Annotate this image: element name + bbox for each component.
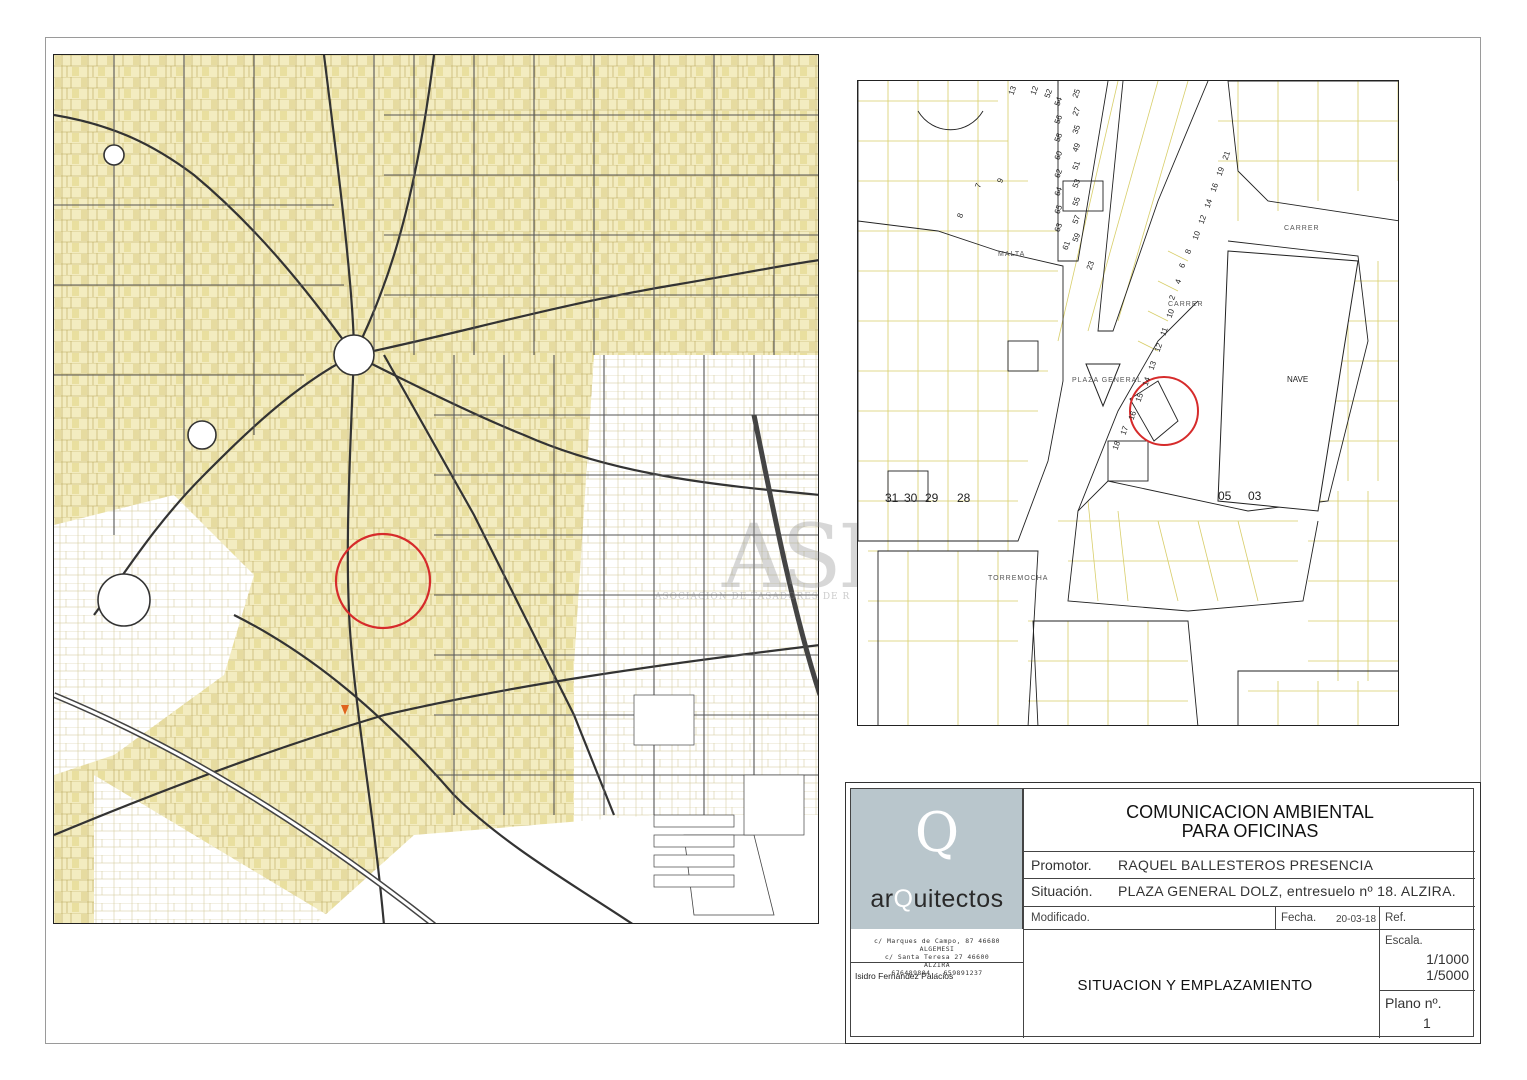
ref-label: Ref. xyxy=(1385,912,1407,924)
detail-map-drawing xyxy=(858,81,1398,725)
fecha-value: 20-03-18 xyxy=(1336,914,1377,925)
project-title-line-2: PARA OFICINAS xyxy=(1181,821,1319,841)
parcel-number: 30 xyxy=(904,491,918,505)
address-line: c/ Santa Teresa 27 46600 xyxy=(884,953,990,961)
street-label-torremocha: TORREMOCHA xyxy=(988,575,1049,582)
project-title-line-1: COMUNICACION AMBIENTAL xyxy=(1126,802,1374,822)
situacion-label: Situación. xyxy=(1031,883,1093,899)
title-block-inner: Q arQuitectos c/ Marques de Campo, 87 46… xyxy=(850,788,1475,1038)
street-label-plaza: PLAZA GENERAL xyxy=(1072,377,1143,384)
project-title: COMUNICACION AMBIENTAL PARA OFICINAS xyxy=(1025,803,1475,841)
modificado-label: Modificado. xyxy=(1031,912,1090,924)
escala-value-1: 1/1000 xyxy=(1426,951,1469,967)
parcel-number: 05 xyxy=(1218,489,1232,503)
promotor-value: RAQUEL BALLESTEROS PRESENCIA xyxy=(1118,857,1374,873)
fecha-label: Fecha. xyxy=(1281,912,1317,924)
logo: Q arQuitectos xyxy=(851,789,1023,929)
author-name: Isidro Fernández Palacios xyxy=(855,971,954,981)
address-line: ALGEMESI xyxy=(919,945,955,953)
street-label-malta: MALTA xyxy=(998,251,1026,258)
watermark-subtitle: ASOCIACION DE TASADORES DE R xyxy=(655,592,851,602)
logo-word-mid: Q xyxy=(893,885,914,913)
logo-wordmark: arQuitectos xyxy=(851,885,1023,914)
logo-word-pre: ar xyxy=(870,885,894,913)
building-label-nave: NAVE xyxy=(1287,375,1309,384)
plano-value: 1 xyxy=(1423,1015,1432,1031)
parcel-number: 31 xyxy=(885,491,899,505)
plano-label: Plano nº. xyxy=(1385,995,1442,1011)
city-map[interactable] xyxy=(53,54,819,924)
address-line: c/ Marques de Campo, 87 46680 xyxy=(873,937,1001,945)
street-label-carrer-1: CARRER xyxy=(1284,225,1320,232)
city-map-drawing xyxy=(54,55,818,923)
situacion-value: PLAZA GENERAL DOLZ, entresuelo nº 18. AL… xyxy=(1118,883,1456,899)
escala-label: Escala. xyxy=(1385,935,1423,947)
promotor-label: Promotor. xyxy=(1031,857,1092,873)
logo-word-post: uitectos xyxy=(913,885,1004,913)
title-block: Q arQuitectos c/ Marques de Campo, 87 46… xyxy=(845,782,1481,1044)
parcel-number: 28 xyxy=(957,491,971,505)
scale-cell: Escala. 1/1000 1/5000 xyxy=(1379,929,1475,991)
escala-value-2: 1/5000 xyxy=(1426,967,1469,983)
detail-map[interactable]: CARRER MALTA TORREMOCHA CARRER PLAZA GEN… xyxy=(857,80,1399,726)
detail-location-circle xyxy=(1129,376,1199,446)
parcel-number: 29 xyxy=(925,491,939,505)
plan-name: SITUACION Y EMPLAZAMIENTO xyxy=(1077,977,1313,994)
parcel-number: 03 xyxy=(1248,489,1262,503)
street-label-carrer-2: CARRER xyxy=(1168,301,1204,308)
logo-letter: Q xyxy=(914,801,960,864)
plano-cell: Plano nº. 1 xyxy=(1379,991,1475,1038)
